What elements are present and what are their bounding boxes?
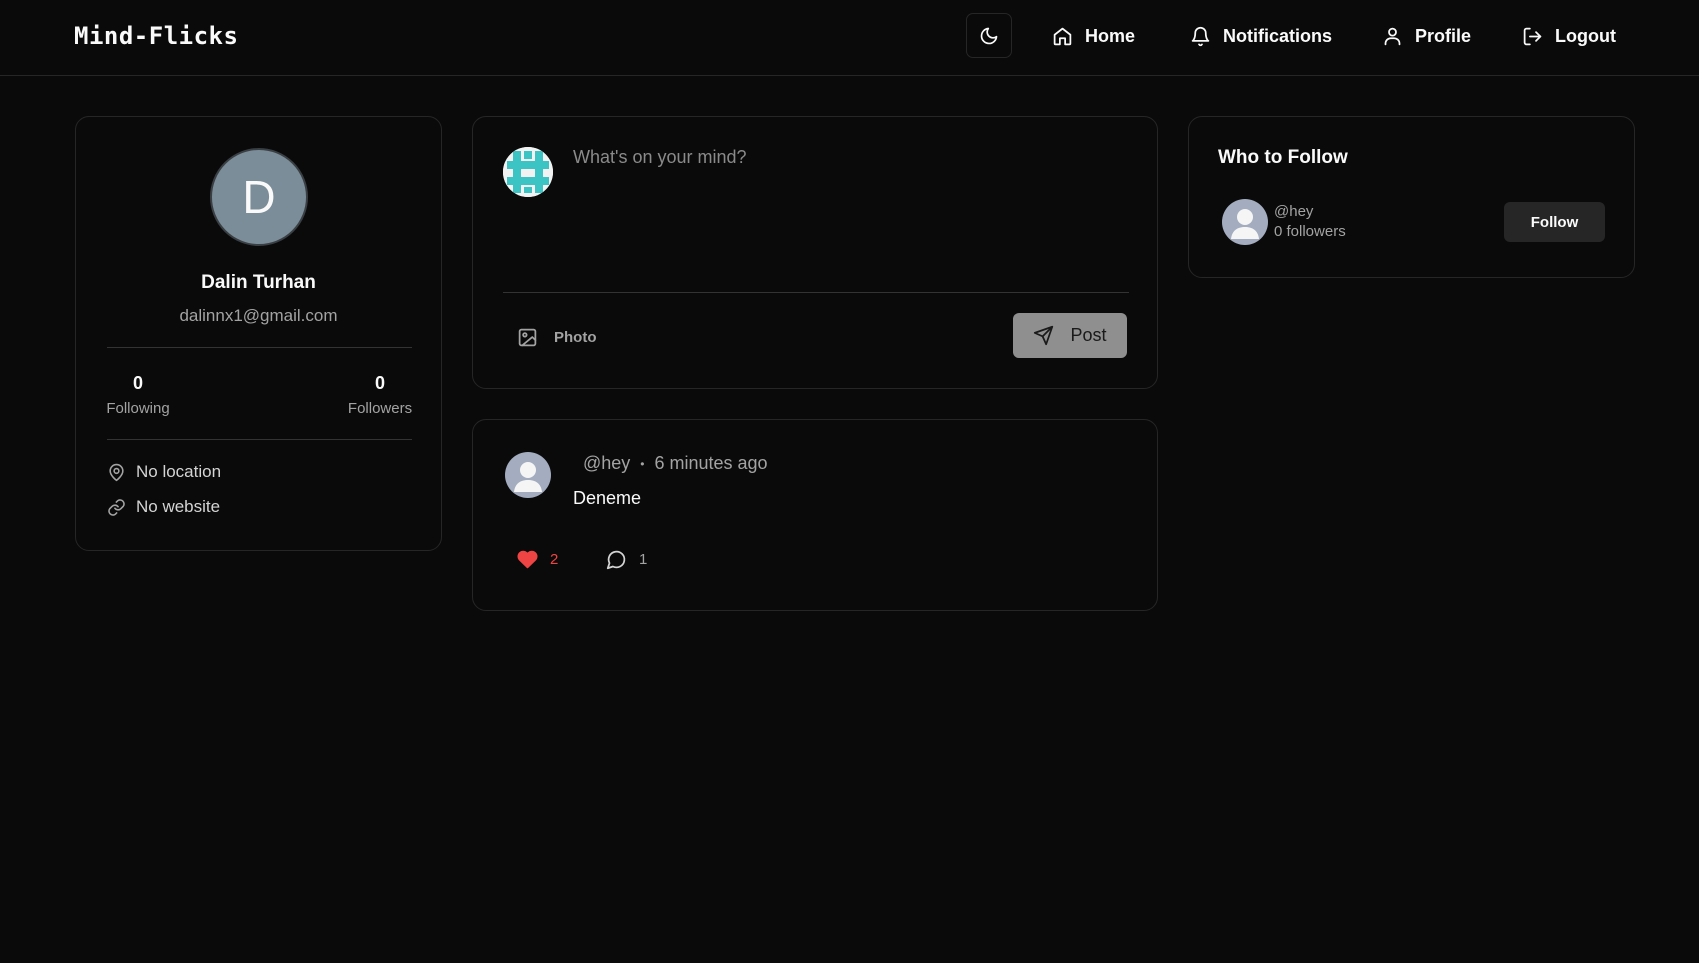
nav-profile[interactable]: Profile [1382,22,1471,50]
comment-count: 1 [639,551,648,568]
link-icon [108,498,125,516]
nav-notifications-label: Notifications [1223,25,1333,46]
profile-email: dalinnx1@gmail.com [179,306,338,325]
nav-logout-label: Logout [1555,25,1616,46]
followers-stat[interactable]: 0 Followers [347,373,413,417]
photo-label: Photo [554,329,597,346]
suggested-user-avatar[interactable] [1222,199,1268,245]
followers-label: Followers [347,400,413,417]
logout-icon [1523,27,1542,45]
top-navbar: Mind-Flicks Home Notifications Profile L… [0,0,1699,76]
compose-input[interactable] [573,147,1123,267]
following-count: 0 [132,373,143,393]
post-author-handle[interactable]: @hey [583,453,630,474]
comment-button[interactable]: 1 [606,549,647,570]
heart-icon [517,550,538,569]
follow-button[interactable]: Follow [1504,202,1605,242]
map-pin-icon [109,463,124,481]
identicon-icon [503,147,553,197]
brand-logo[interactable]: Mind-Flicks [74,22,238,50]
photo-button[interactable]: Photo [517,327,597,348]
who-to-follow-card: Who to Follow @hey 0 followers Follow [1188,116,1635,278]
default-user-icon [514,462,542,492]
post-author-avatar[interactable] [505,452,551,498]
post-label: Post [1070,325,1107,345]
image-icon [518,328,537,347]
nav-home[interactable]: Home [1052,22,1135,50]
who-to-follow-title: Who to Follow [1218,147,1348,168]
composer-avatar [503,147,553,197]
nav-profile-label: Profile [1415,25,1472,46]
website-row: No website [107,497,220,517]
home-icon [1053,27,1072,45]
location-row: No location [107,462,221,482]
post-meta: @hey • 6 minutes ago [583,453,768,474]
profile-avatar: D [210,148,308,246]
post-card: @hey • 6 minutes ago Deneme 2 1 [472,419,1158,611]
default-user-icon [1231,209,1259,239]
following-stat[interactable]: 0 Following [106,373,170,417]
nav-home-label: Home [1085,25,1136,46]
suggested-user-handle[interactable]: @hey [1274,203,1313,220]
compose-card: Photo Post [472,116,1158,389]
like-count: 2 [550,551,559,568]
location-text: No location [136,462,222,481]
meta-separator: • [640,456,645,471]
bell-icon [1191,26,1210,46]
nav-notifications[interactable]: Notifications [1190,22,1332,50]
following-label: Following [106,400,170,417]
send-icon [1034,325,1054,346]
suggested-user-followers: 0 followers [1274,223,1346,240]
post-timestamp: 6 minutes ago [654,453,768,473]
compose-divider [503,292,1129,293]
nav-logout[interactable]: Logout [1522,22,1616,50]
profile-card: D Dalin Turhan dalinnx1@gmail.com 0 Foll… [75,116,442,551]
post-content: Deneme [573,488,642,508]
comment-icon [606,550,626,570]
post-button[interactable]: Post [1013,313,1127,358]
user-icon [1384,27,1401,45]
theme-toggle-button[interactable] [966,13,1012,58]
profile-name: Dalin Turhan [201,272,316,293]
like-button[interactable]: 2 [517,549,558,570]
moon-icon [980,27,998,44]
followers-count: 0 [374,373,385,393]
website-text: No website [136,497,221,516]
profile-divider-top [107,347,412,348]
profile-divider-bottom [107,439,412,440]
